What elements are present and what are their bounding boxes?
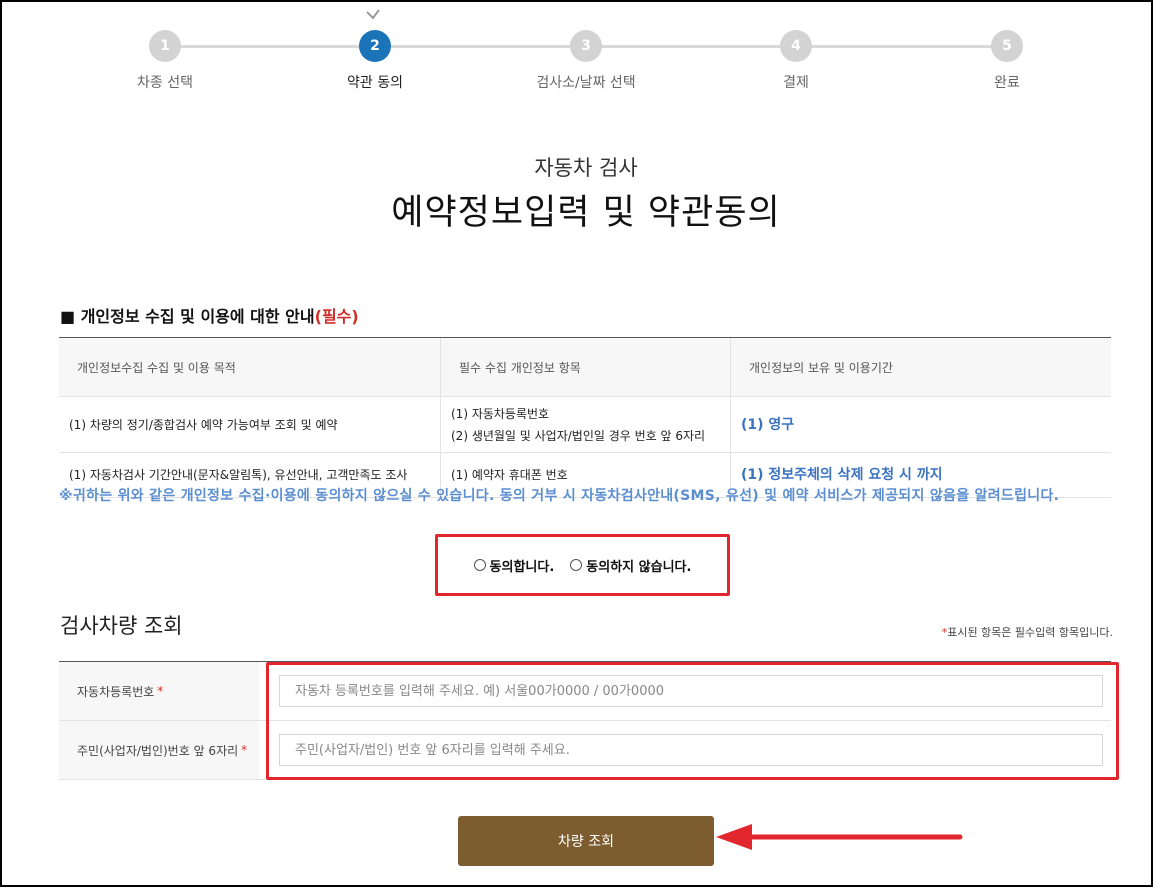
- vehicle-section-title: 검사차량 조회: [60, 614, 183, 638]
- privacy-title-text: ■ 개인정보 수집 및 이용에 대한 안내: [60, 307, 315, 326]
- required-star: *: [241, 743, 248, 757]
- item-line: (2) 생년월일 및 사업자/법인일 경우 번호 앞 6자리: [451, 428, 706, 443]
- step-label: 완료: [994, 75, 1020, 91]
- vehicle-search-button[interactable]: 차량 조회: [458, 816, 714, 866]
- form-row-registration: 자동차등록번호 *: [59, 662, 1111, 721]
- purpose-cell: (1) 차량의 정기/종합검사 예약 가능여부 조회 및 예약: [59, 396, 441, 453]
- step-label: 결제: [783, 75, 809, 91]
- disagree-radio[interactable]: [570, 559, 583, 571]
- item-line: (1) 예약자 휴대폰 번호: [451, 468, 568, 482]
- field-label: 주민(사업자/법인)번호 앞 6자리 *: [59, 721, 259, 779]
- step-5: 5 완료: [937, 30, 1077, 92]
- step-3: 3 검사소/날짜 선택: [516, 30, 656, 92]
- step-label: 약관 동의: [347, 75, 403, 91]
- progress-stepper: 1 차종 선택 2 약관 동의 3 검사소/날짜 선택 4 결제 5 완료: [0, 0, 1153, 100]
- agree-option[interactable]: 동의합니다.: [473, 556, 555, 575]
- vehicle-form: 자동차등록번호* 주민(사업자/법인)번호 앞 6자리*: [59, 661, 1111, 780]
- step-number: 4: [780, 30, 812, 62]
- field-label: 자동차등록번호 *: [59, 662, 259, 720]
- step-number: 5: [991, 30, 1023, 62]
- registration-number-input[interactable]: [279, 675, 1103, 707]
- agree-radio[interactable]: [473, 559, 486, 571]
- step-number: 3: [570, 30, 602, 62]
- disagree-option[interactable]: 동의하지 않습니다.: [570, 556, 691, 575]
- step-2: 2 약관 동의: [305, 30, 445, 92]
- required-tag: (필수): [314, 307, 359, 326]
- step-number: 1: [149, 30, 181, 62]
- pointer-arrow-icon: [716, 824, 963, 850]
- item-line: (1) 자동차등록번호: [451, 406, 550, 421]
- required-star: *: [157, 684, 164, 698]
- privacy-table: 개인정보수집 수집 및 이용 목적 필수 수집 개인정보 항목 개인정보의 보유…: [59, 337, 1111, 498]
- column-header: 개인정보의 보유 및 이용기간: [730, 337, 1111, 397]
- consent-radio-group: 동의합니다. 동의하지 않습니다.: [435, 534, 730, 596]
- items-cell: (1) 자동차등록번호 (2) 생년월일 및 사업자/법인일 경우 번호 앞 6…: [440, 396, 731, 453]
- required-note-text: 표시된 항목은 필수입력 항목입니다.: [947, 626, 1113, 639]
- privacy-notice: ※귀하는 위와 같은 개인정보 수집·이용에 동의하지 않으실 수 있습니다. …: [59, 488, 1060, 504]
- privacy-section-title: ■ 개인정보 수집 및 이용에 대한 안내(필수): [60, 303, 359, 327]
- page-subtitle: 자동차 검사: [534, 156, 638, 180]
- table-row: (1) 차량의 정기/종합검사 예약 가능여부 조회 및 예약 (1) 자동차등…: [59, 396, 1111, 453]
- step-number: 2: [359, 30, 391, 62]
- step-label: 차종 선택: [137, 75, 193, 91]
- page-title: 예약정보입력 및 약관동의: [391, 193, 781, 233]
- id-number-label: 주민(사업자/법인)번호 앞 6자리: [77, 743, 239, 758]
- step-1: 1 차종 선택: [95, 30, 235, 92]
- checkmark-icon: [366, 9, 380, 20]
- table-header-row: 개인정보수집 수집 및 이용 목적 필수 수집 개인정보 항목 개인정보의 보유…: [59, 337, 1111, 397]
- id-number-input[interactable]: [279, 734, 1103, 766]
- period-cell: (1) 영구: [730, 396, 1111, 453]
- registration-label: 자동차등록번호: [77, 684, 155, 699]
- form-row-id-number: 주민(사업자/법인)번호 앞 6자리 *: [59, 721, 1111, 780]
- step-4: 4 결제: [726, 30, 866, 92]
- required-note: *표시된 항목은 필수입력 항목입니다.: [942, 624, 1113, 640]
- agree-label: 동의합니다.: [489, 559, 555, 575]
- disagree-label: 동의하지 않습니다.: [586, 559, 692, 575]
- column-header: 필수 수집 개인정보 항목: [440, 337, 731, 397]
- column-header: 개인정보수집 수집 및 이용 목적: [59, 337, 441, 397]
- step-label: 검사소/날짜 선택: [536, 75, 636, 91]
